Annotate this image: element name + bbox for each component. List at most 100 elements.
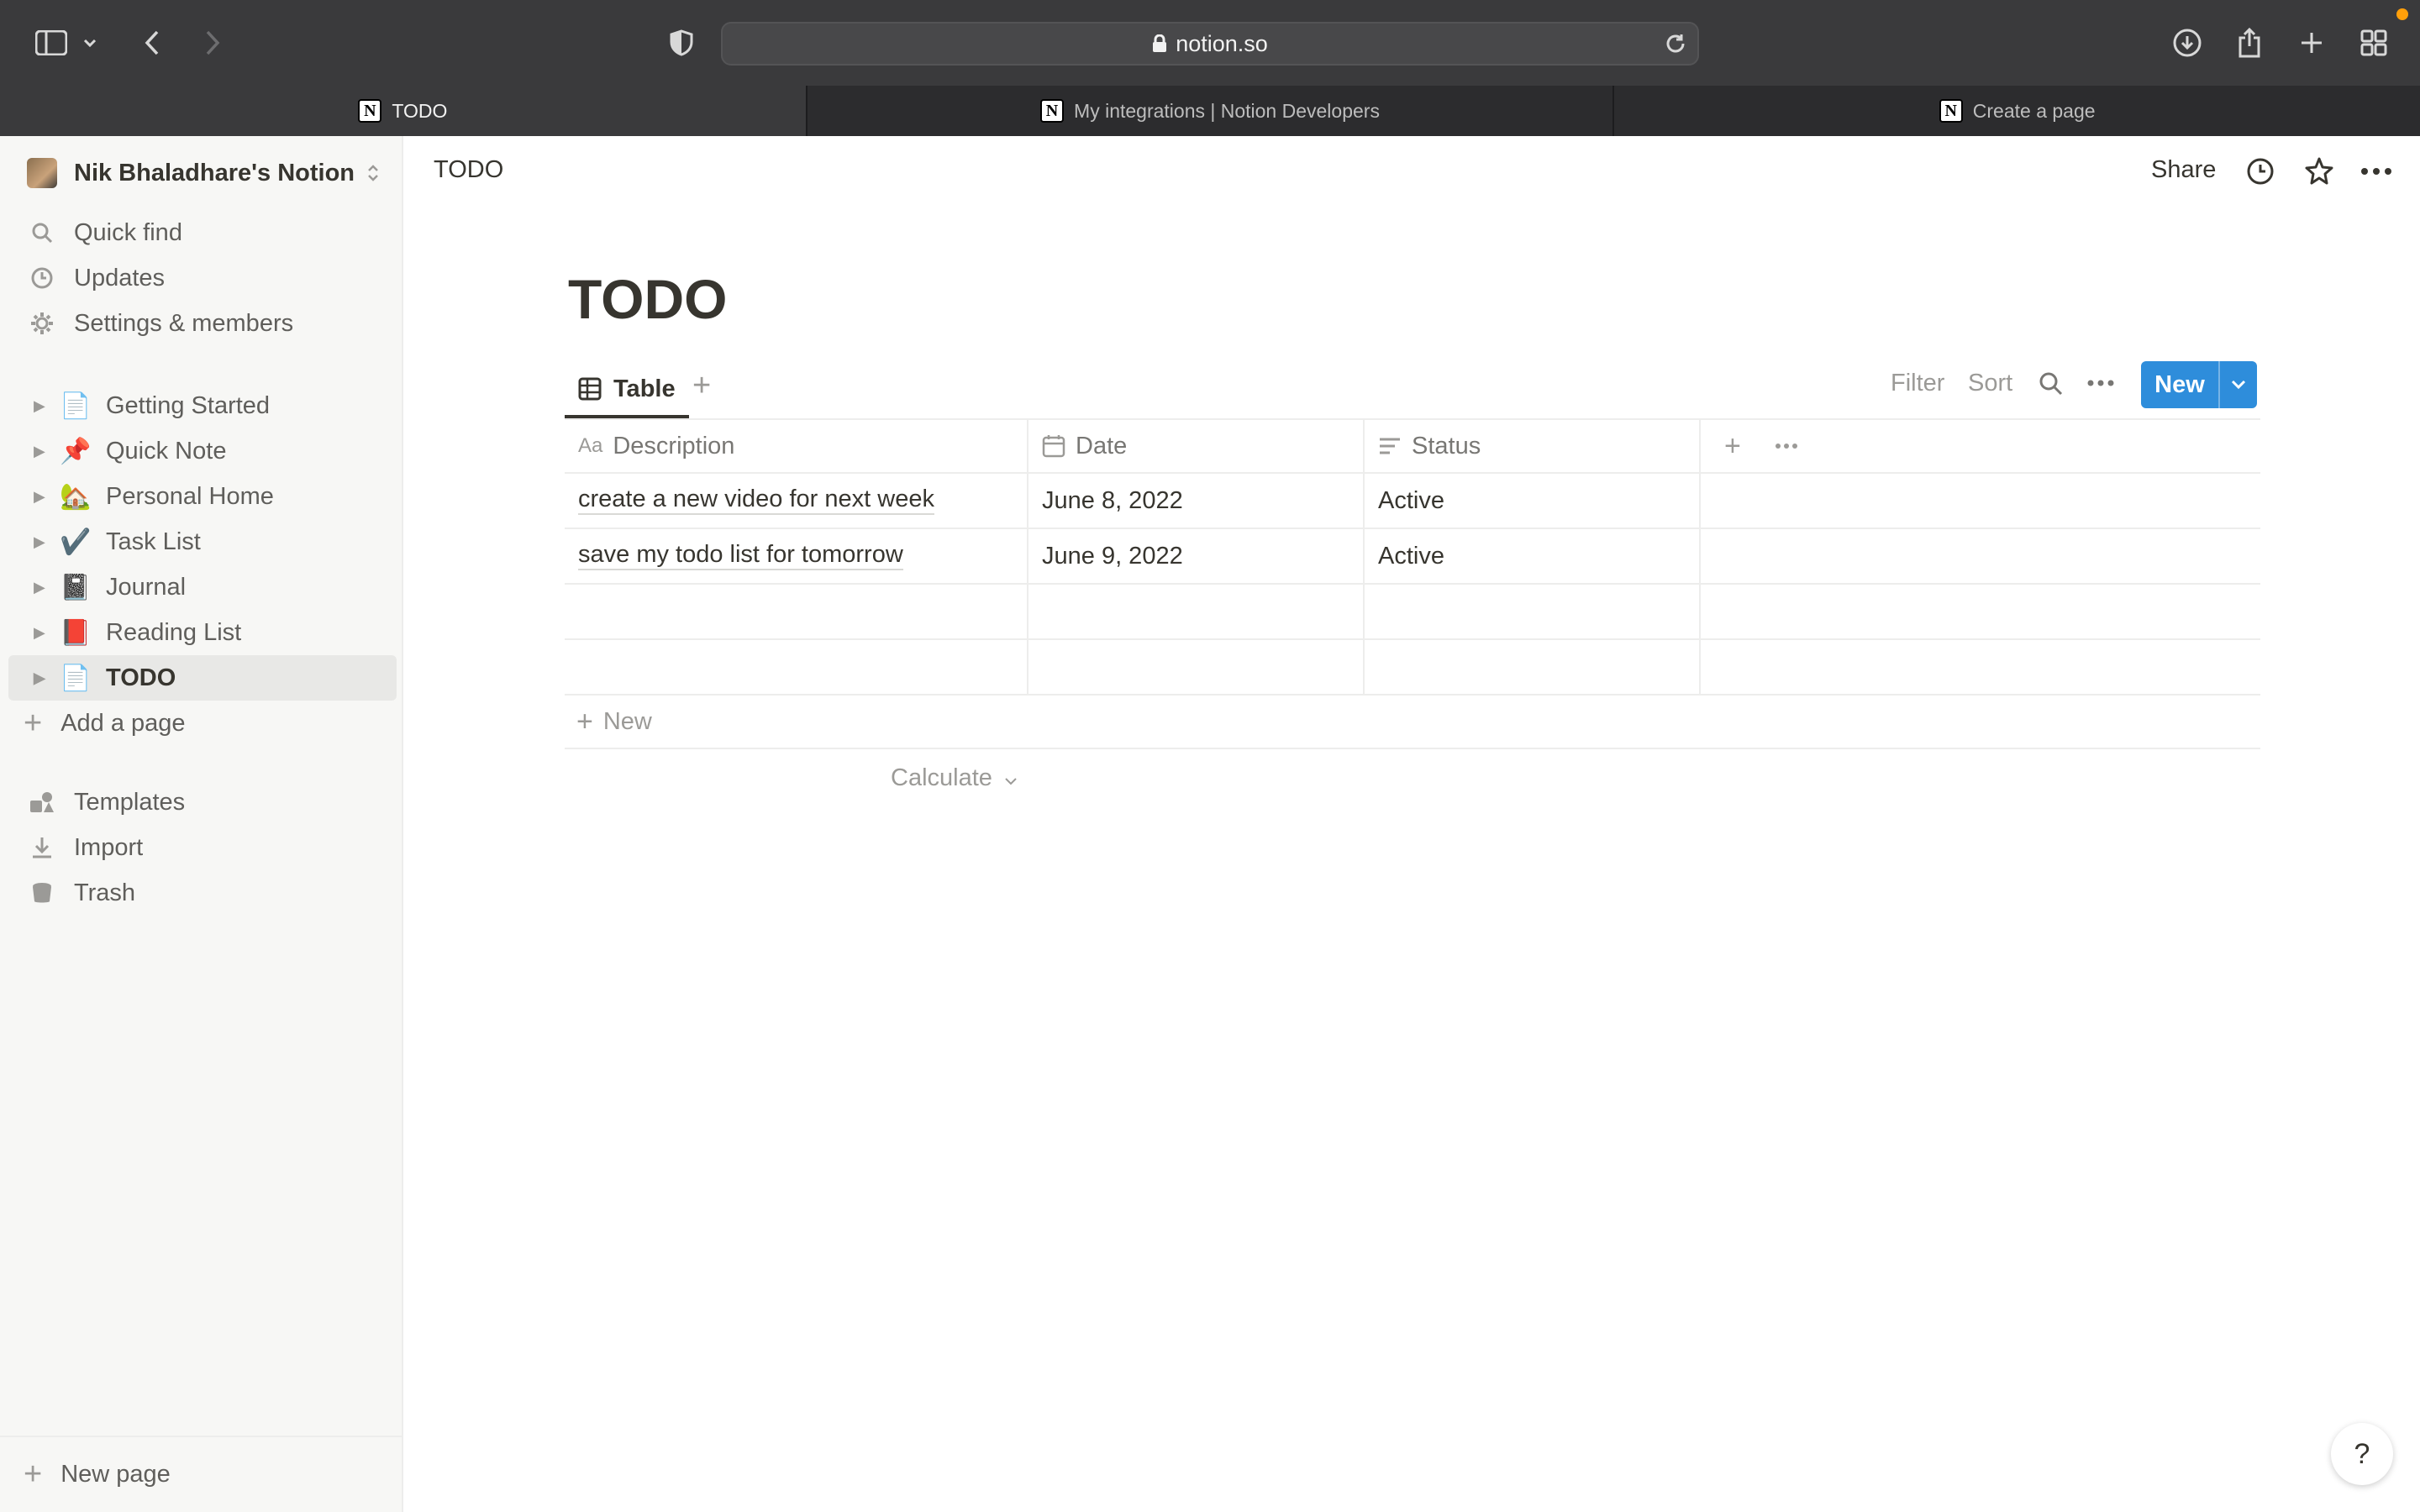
table-row[interactable] [565,640,2260,696]
add-view-button[interactable]: + [692,368,711,404]
status-cell[interactable]: Active [1365,529,1701,583]
empty-cell [1701,585,2260,638]
sidebar-item-import[interactable]: Import [0,825,403,870]
workspace-name: Nik Bhaladhare's Notion [74,159,355,186]
browser-tabs: N TODO N My integrations | Notion Develo… [0,86,2420,136]
more-icon[interactable] [2360,155,2393,188]
caret-right-icon[interactable]: ▶ [34,488,52,506]
star-icon[interactable] [2302,155,2336,188]
add-page-button[interactable]: + Add a page [0,701,403,746]
history-clock-icon[interactable] [2244,155,2277,188]
sidebar-item-label: Quick find [74,218,182,246]
address-bar[interactable]: notion.so [721,22,1699,66]
table-row[interactable] [565,585,2260,640]
tab-title: TODO [392,99,448,122]
new-tab-icon[interactable] [2292,24,2331,62]
search-icon[interactable] [2039,371,2064,396]
sidebar-page-quick-note[interactable]: ▶ 📌 Quick Note [8,428,397,474]
shield-icon[interactable] [662,24,701,62]
gear-icon [29,311,55,336]
sidebar-page-todo[interactable]: ▶ 📄 TODO [8,655,397,701]
caret-right-icon[interactable]: ▶ [34,579,52,596]
caret-right-icon[interactable]: ▶ [34,669,52,687]
back-icon[interactable] [133,24,171,62]
sidebar-page-getting-started[interactable]: ▶ 📄 Getting Started [8,383,397,428]
book-icon: 📕 [60,618,92,647]
browser-toolbar: notion.so [0,0,2420,86]
view-more-icon[interactable] [2087,380,2114,386]
share-sheet-icon[interactable] [2230,24,2269,62]
add-row-button[interactable]: + New [565,696,2260,749]
forward-icon[interactable] [193,24,232,62]
tab-title: My integrations | Notion Developers [1074,99,1380,122]
lock-icon [1152,34,1167,53]
properties-more-icon[interactable] [1775,443,1798,449]
description-cell[interactable]: create a new video for next week [565,474,1028,528]
description-cell[interactable] [565,640,1028,694]
column-header-label: Date [1076,432,1128,459]
calculate-dropdown[interactable]: Calculate [891,764,1018,792]
caret-right-icon[interactable]: ▶ [34,397,52,415]
reload-icon[interactable] [1664,32,1687,55]
sidebar-item-settings[interactable]: Settings & members [0,301,403,346]
url-text: notion.so [1176,30,1268,56]
new-page-button[interactable]: + New page [0,1436,402,1512]
add-property-icon[interactable]: + [1724,430,1741,463]
download-icon[interactable] [2168,24,2207,62]
date-cell[interactable]: June 9, 2022 [1028,529,1365,583]
breadcrumb[interactable]: TODO [434,156,503,184]
sort-button[interactable]: Sort [1968,370,2012,397]
status-cell[interactable] [1365,640,1701,694]
column-header-date[interactable]: Date [1028,420,1365,472]
plus-icon: + [24,705,43,741]
new-record-button[interactable]: New [2141,361,2257,408]
sidebar-item-templates[interactable]: Templates [0,780,403,825]
sidebar-item-trash[interactable]: Trash [0,870,403,916]
date-cell[interactable] [1028,585,1365,638]
tab-overview-icon[interactable] [2354,24,2393,62]
caret-right-icon[interactable]: ▶ [34,624,52,642]
browser-tab[interactable]: N Create a page [1612,86,2420,136]
sidebar-page-personal-home[interactable]: ▶ 🏡 Personal Home [8,474,397,519]
status-cell[interactable] [1365,585,1701,638]
sidebar-page-reading-list[interactable]: ▶ 📕 Reading List [8,610,397,655]
share-button[interactable]: Share [2151,156,2216,184]
row-title[interactable]: create a new video for next week [578,486,934,515]
clock-icon [29,266,55,290]
sidebar-page-label: Personal Home [106,482,274,510]
table-row[interactable]: save my todo list for tomorrow June 9, 2… [565,529,2260,585]
templates-icon [29,790,55,814]
sidebar-item-quick-find[interactable]: Quick find [0,210,403,255]
new-button-label: New [2154,370,2205,398]
chevron-down-icon[interactable] [2218,361,2257,408]
browser-tab[interactable]: N My integrations | Notion Developers [805,86,1613,136]
sidebar-page-task-list[interactable]: ▶ ✔️ Task List [8,519,397,564]
help-button[interactable]: ? [2331,1423,2393,1485]
sidebar-item-label: Templates [74,788,186,816]
notification-dot [2396,8,2408,20]
column-header-status[interactable]: Status [1365,420,1701,472]
browser-tab[interactable]: N TODO [0,86,806,136]
sidebar-item-label: Settings & members [74,309,294,337]
table-row[interactable]: create a new video for next week June 8,… [565,474,2260,529]
page-title[interactable]: TODO [568,267,727,331]
chevron-down-icon[interactable] [77,24,103,62]
plus-icon: + [576,705,593,738]
sidebar-toggle-icon[interactable] [32,24,71,62]
date-cell[interactable]: June 8, 2022 [1028,474,1365,528]
tab-table-view[interactable]: Table [565,363,689,418]
status-cell[interactable]: Active [1365,474,1701,528]
workspace-switcher[interactable]: Nik Bhaladhare's Notion [27,153,380,193]
caret-right-icon[interactable]: ▶ [34,533,52,551]
row-title[interactable]: save my todo list for tomorrow [578,541,903,570]
description-cell[interactable] [565,585,1028,638]
description-cell[interactable]: save my todo list for tomorrow [565,529,1028,583]
caret-right-icon[interactable]: ▶ [34,443,52,460]
date-cell[interactable] [1028,640,1365,694]
filter-button[interactable]: Filter [1891,370,1944,397]
sidebar-page-journal[interactable]: ▶ 📓 Journal [8,564,397,610]
checkmark-icon: ✔️ [60,528,92,556]
sidebar-item-updates[interactable]: Updates [0,255,403,301]
notebook-icon: 📓 [60,573,92,601]
column-header-description[interactable]: Aa Description [565,420,1028,472]
